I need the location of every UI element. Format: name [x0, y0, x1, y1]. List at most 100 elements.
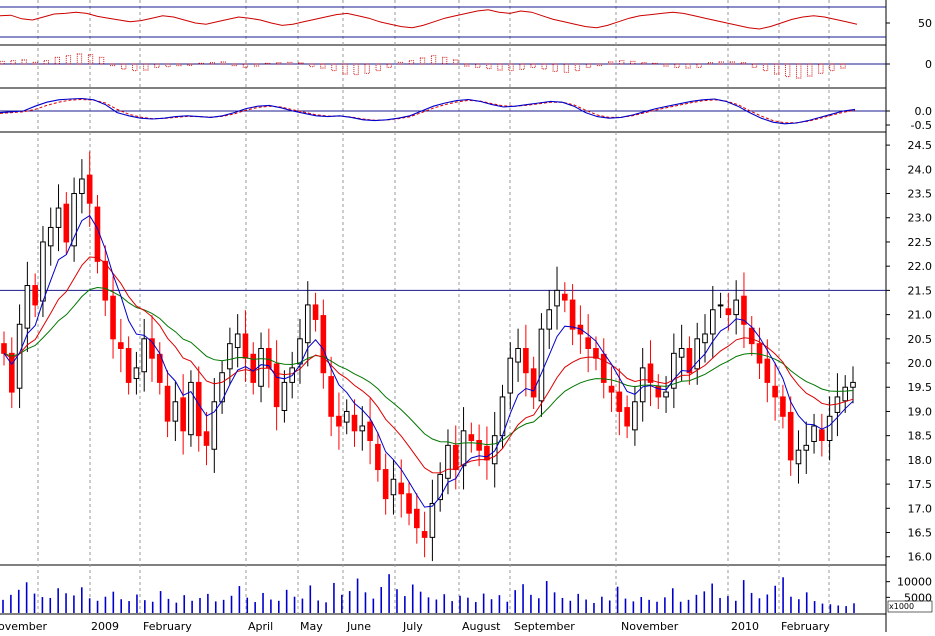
candle-body	[382, 469, 389, 500]
candle	[382, 453, 389, 515]
candle-body	[842, 386, 849, 402]
histogram-bar	[818, 63, 824, 74]
candle-body	[234, 333, 241, 349]
x-tick-label: June	[346, 620, 371, 632]
candle	[211, 378, 218, 473]
candle	[686, 336, 693, 385]
candle-body	[445, 444, 451, 479]
candle-body	[297, 338, 303, 365]
candle	[421, 511, 428, 558]
histogram-bar	[430, 55, 437, 65]
price-tick-label: 18.5	[908, 430, 933, 443]
candle-body	[608, 385, 615, 393]
candle-body	[304, 304, 311, 344]
candle	[266, 328, 272, 388]
candle-body	[452, 444, 459, 471]
candle	[375, 432, 381, 482]
candle	[312, 292, 319, 332]
candle-body	[320, 315, 327, 374]
candle-body	[491, 435, 498, 465]
histogram-bar	[785, 63, 791, 78]
candle	[133, 351, 140, 395]
candle-body	[281, 381, 288, 411]
x-tick-label: February	[143, 620, 192, 632]
candle-body	[811, 425, 817, 442]
candle-body	[351, 414, 358, 432]
candle	[569, 284, 576, 346]
candle	[195, 366, 202, 452]
price-tick-label: 20.5	[908, 333, 933, 346]
candle	[468, 422, 475, 453]
candle-body	[764, 358, 771, 383]
candle	[351, 399, 358, 447]
candle	[47, 207, 54, 266]
candle	[624, 395, 630, 439]
candle-body	[429, 502, 436, 538]
price-tick-label: 24.0	[908, 163, 933, 176]
candle-body	[748, 327, 755, 345]
candle	[79, 159, 85, 214]
candle	[600, 338, 607, 399]
candle-body	[678, 348, 685, 358]
price-tick-label: 16.0	[908, 551, 933, 564]
candle	[55, 184, 62, 252]
candle-body	[79, 178, 85, 195]
candle-body	[227, 343, 233, 370]
price-tick-label: 16.5	[908, 527, 933, 540]
candle-body	[63, 203, 70, 243]
candle-body	[709, 309, 716, 335]
candle-body	[484, 445, 490, 461]
histogram-bar	[121, 63, 127, 70]
candle-body	[414, 508, 420, 529]
volume-unit-label: x1000	[889, 602, 914, 611]
candle	[242, 310, 249, 382]
candle	[530, 356, 537, 410]
candle	[515, 328, 521, 382]
candle	[655, 374, 662, 410]
oscillator-tick-label: 50	[918, 17, 932, 30]
candle-body	[343, 410, 350, 423]
candle	[663, 376, 669, 413]
candle	[585, 314, 591, 373]
candle	[156, 342, 163, 395]
candle	[188, 370, 194, 447]
candle-body	[476, 440, 482, 451]
candle-body	[55, 207, 62, 228]
candle	[180, 374, 186, 455]
candle-body	[40, 241, 46, 302]
histogram-bar	[685, 63, 691, 69]
candle	[772, 362, 778, 421]
candle	[63, 192, 70, 255]
candle-body	[328, 376, 334, 417]
candle-body	[16, 323, 23, 389]
candle	[32, 273, 38, 318]
candle-body	[180, 397, 186, 432]
candle	[780, 384, 786, 429]
histogram-bar	[574, 63, 581, 72]
histogram-bar	[320, 63, 326, 69]
histogram-bar	[87, 54, 94, 65]
histogram-bar	[829, 63, 835, 72]
candle	[8, 337, 15, 409]
price-tick-label: 22.0	[908, 260, 933, 273]
candle	[343, 399, 350, 435]
candle-body	[803, 444, 810, 451]
histogram-bar	[773, 63, 780, 75]
histogram-bar	[375, 63, 381, 72]
candle-body	[390, 478, 397, 496]
histogram-bar	[21, 59, 27, 65]
candle-body	[164, 385, 171, 422]
candle-body	[756, 343, 763, 364]
candle	[234, 314, 241, 368]
candle-body	[772, 385, 778, 398]
candle-body	[624, 407, 630, 427]
candle-body	[507, 357, 514, 394]
macd-tick-label: -0.5	[911, 119, 932, 132]
candle-body	[47, 226, 54, 247]
histogram-bar	[364, 63, 370, 74]
candle-body	[437, 473, 443, 501]
candle	[164, 370, 171, 438]
histogram-bar	[840, 63, 846, 69]
histogram-bar	[508, 63, 514, 72]
x-tick-label: May	[300, 620, 323, 632]
